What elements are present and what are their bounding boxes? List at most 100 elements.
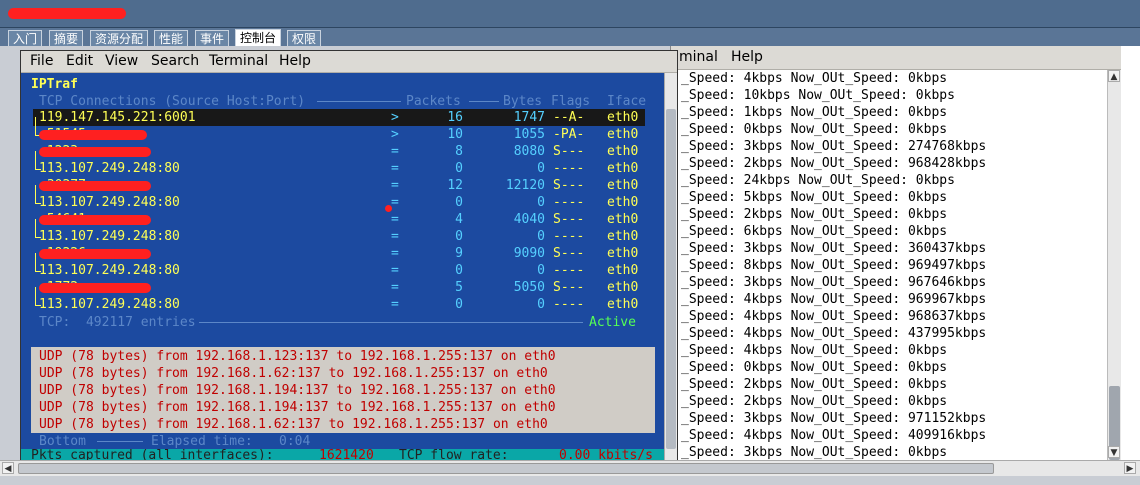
iptraf-terminal-menubar: File Edit View Search Terminal Help <box>21 51 677 73</box>
connection-direction: = <box>391 178 399 193</box>
header-rule <box>469 101 499 102</box>
connection-packets: 0 <box>455 263 463 278</box>
connection-iface: eth0 <box>607 212 639 227</box>
tcp-entries-count: TCP: 492117 entries <box>39 315 196 330</box>
connection-iface: eth0 <box>607 195 639 210</box>
connection-bytes: 1747 <box>513 110 545 125</box>
connection-flags: -PA- <box>553 127 585 142</box>
background-terminal-menubar: minal Help <box>671 46 1140 70</box>
udp-log-line: UDP (78 bytes) from 192.168.1.194:137 to… <box>39 383 556 398</box>
tab-performance[interactable]: 性能 <box>154 30 189 46</box>
scrollbar-thumb[interactable] <box>666 109 676 449</box>
iptraf-terminal-window[interactable]: File Edit View Search Terminal Help IPTr… <box>20 50 678 463</box>
menu-edit[interactable]: Edit <box>66 53 93 69</box>
speed-log-line: _Speed: 10kbps Now_OUt_Speed: 0kbps <box>681 88 955 103</box>
menu-file[interactable]: File <box>30 53 53 69</box>
redacted-address <box>39 283 151 293</box>
connection-bytes: 4040 <box>513 212 545 227</box>
connection-row[interactable]: 113.107.249.248:80 = 0 0 ---- eth0 <box>33 262 645 279</box>
connection-direction: > <box>391 110 399 125</box>
menu-help[interactable]: Help <box>731 49 763 65</box>
status-active: Active <box>589 315 636 330</box>
connection-direction: = <box>391 246 399 261</box>
speed-log-line: _Speed: 0kbps Now_OUt_Speed: 0kbps <box>681 122 948 137</box>
horizontal-scrollbar-thumb[interactable] <box>18 463 994 474</box>
connection-flags: S--- <box>553 280 585 295</box>
connection-direction: = <box>391 144 399 159</box>
connection-row[interactable]: 119.147.145.221:6001 >16 1747 --A-eth0 <box>33 109 645 126</box>
udp-log-line: UDP (78 bytes) from 192.168.1.62:137 to … <box>39 366 548 381</box>
menu-help[interactable]: Help <box>279 53 311 69</box>
tab-summary[interactable]: 摘要 <box>49 30 84 46</box>
tab-permissions[interactable]: 权限 <box>287 30 322 46</box>
speed-log-line: _Speed: 3kbps Now_OUt_Speed: 971152kbps <box>681 411 987 426</box>
speed-log-line: _Speed: 3kbps Now_OUt_Speed: 360437kbps <box>681 241 987 256</box>
scroll-up-arrow-icon[interactable]: ▲ <box>1108 70 1120 82</box>
header-iface: Iface <box>607 94 647 109</box>
connection-packets: 0 <box>455 161 463 176</box>
connection-direction: = <box>391 195 399 210</box>
connections-header: TCP Connections (Source Host:Port) <box>39 94 306 109</box>
connection-direction: = <box>391 229 399 244</box>
tab-events[interactable]: 事件 <box>195 30 230 46</box>
connection-direction: = <box>391 280 399 295</box>
speed-log-line: _Speed: 4kbps Now_OUt_Speed: 0kbps <box>681 343 948 358</box>
connection-iface: eth0 <box>607 246 639 261</box>
redacted-address <box>39 249 151 259</box>
connection-row[interactable]: 113.107.249.248:80 = 0 0 ---- eth0 <box>33 160 645 177</box>
menu-terminal[interactable]: Terminal <box>209 53 268 69</box>
menu-view[interactable]: View <box>105 53 138 69</box>
elapsed-value: 0:04 <box>279 434 311 449</box>
connection-bytes: 0 <box>537 161 545 176</box>
speed-log-line: _Speed: 1kbps Now_OUt_Speed: 0kbps <box>681 105 948 120</box>
speed-log-line: _Speed: 3kbps Now_OUt_Speed: 274768kbps <box>681 139 987 154</box>
connection-flags: S--- <box>553 178 585 193</box>
connection-row[interactable]: 113.107.249.248:80 = 0 0 ---- eth0 <box>33 296 645 313</box>
connection-direction: = <box>391 297 399 312</box>
speed-log-line: _Speed: 8kbps Now_OUt_Speed: 969497kbps <box>681 258 987 273</box>
connection-packets: 0 <box>455 195 463 210</box>
tab-resource-allocation[interactable]: 资源分配 <box>90 30 149 46</box>
connection-iface: eth0 <box>607 280 639 295</box>
connection-direction: = <box>391 263 399 278</box>
header-packets: Packets <box>406 94 461 109</box>
connection-iface: eth0 <box>607 144 639 159</box>
redacted-address <box>39 147 151 157</box>
connection-packets: 10 <box>447 127 463 142</box>
menu-terminal[interactable]: minal <box>679 49 718 65</box>
scroll-right-arrow-icon[interactable]: ▶ <box>1124 462 1136 474</box>
speed-log-line: _Speed: 3kbps Now_OUt_Speed: 967646kbps <box>681 275 987 290</box>
connection-packets: 16 <box>447 110 463 125</box>
connection-iface: eth0 <box>607 110 639 125</box>
menu-search[interactable]: Search <box>151 53 199 69</box>
horizontal-scrollbar[interactable]: ◀ ▶ <box>0 460 1140 476</box>
connection-packets: 0 <box>455 229 463 244</box>
speed-log-line: _Speed: 2kbps Now_OUt_Speed: 0kbps <box>681 377 948 392</box>
tab-console[interactable]: 控制台 <box>235 29 282 46</box>
connection-bytes: 12120 <box>505 178 545 193</box>
speed-log-line: _Speed: 5kbps Now_OUt_Speed: 0kbps <box>681 190 948 205</box>
scroll-down-arrow-icon[interactable]: ▼ <box>1108 446 1120 458</box>
connection-bytes: 0 <box>537 195 545 210</box>
bottom-rule <box>97 441 143 442</box>
speed-log-line: _Speed: 4kbps Now_OUt_Speed: 969967kbps <box>681 292 987 307</box>
background-terminal-scrollbar[interactable]: ▲ ▼ <box>1107 70 1121 460</box>
connection-row[interactable]: 113.107.249.248:80 = 0 0 ---- eth0 <box>33 228 645 245</box>
background-terminal[interactable]: minal Help _Speed: 4kbps Now_OUt_Speed: … <box>670 46 1140 460</box>
connection-packets: 9 <box>455 246 463 261</box>
speed-log-line: _Speed: 6kbps Now_OUt_Speed: 0kbps <box>681 224 948 239</box>
connection-host: 113.107.249.248:80 <box>39 195 180 210</box>
connection-bytes: 9090 <box>513 246 545 261</box>
header-rule <box>317 101 401 102</box>
connection-row[interactable]: 113.107.249.248:80 = 0 0 ---- eth0 <box>33 194 645 211</box>
scroll-left-arrow-icon[interactable]: ◀ <box>2 462 14 474</box>
iptraf-terminal-scrollbar[interactable] <box>664 73 677 461</box>
connection-direction: = <box>391 161 399 176</box>
connection-packets: 12 <box>447 178 463 193</box>
tab-getting-started[interactable]: 入门 <box>8 30 43 46</box>
desktop-strip <box>0 476 1140 485</box>
connection-host: 113.107.249.248:80 <box>39 229 180 244</box>
header-flags: Flags <box>551 94 591 109</box>
redacted-title <box>8 8 126 19</box>
connection-iface: eth0 <box>607 297 639 312</box>
